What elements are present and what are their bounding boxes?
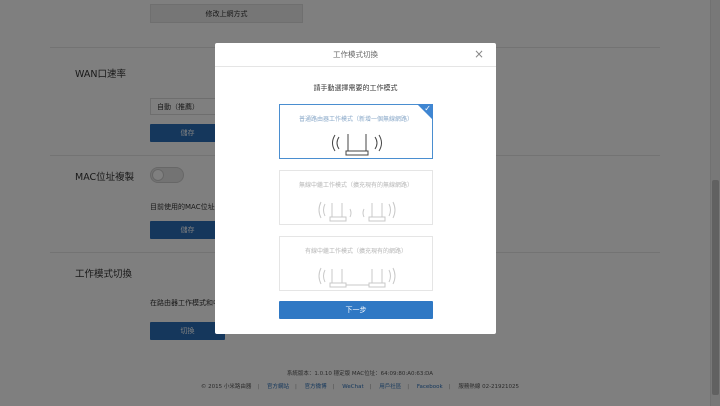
mode-label: 無線中繼工作模式（擴充現有的無線網路） <box>298 182 413 189</box>
close-icon[interactable]: × <box>474 47 484 61</box>
mode-option-router[interactable]: ✓ 普通路由器工作模式（新增一個無線網路） <box>279 104 433 159</box>
mode-option-wireless-repeater[interactable]: 無線中繼工作模式（擴充現有的無線網路） <box>279 170 433 225</box>
work-mode-dialog: 工作模式切換 × 請手動選擇需要的工作模式 ✓ 普通路由器工作模式（新增一個無線… <box>215 43 496 334</box>
wireless-repeater-icon <box>318 201 396 222</box>
mode-label: 普通路由器工作模式（新增一個無線網路） <box>298 116 413 123</box>
check-icon: ✓ <box>424 104 431 113</box>
dialog-prompt: 請手動選擇需要的工作模式 <box>313 84 398 92</box>
next-button[interactable]: 下一步 <box>279 301 433 319</box>
wired-repeater-icon <box>318 267 396 288</box>
mode-option-wired-repeater[interactable]: 有線中繼工作模式（擴充現有的網路） <box>279 236 433 291</box>
dialog-header: 工作模式切換 × <box>215 43 496 67</box>
mode-label: 有線中繼工作模式（擴充現有的網路） <box>304 248 407 255</box>
dialog-title: 工作模式切換 <box>333 50 378 59</box>
router-icon <box>332 134 382 156</box>
